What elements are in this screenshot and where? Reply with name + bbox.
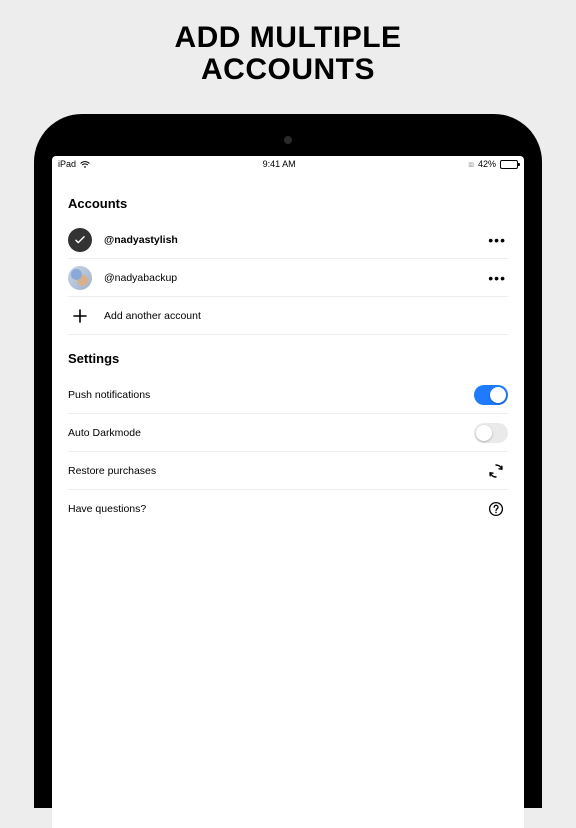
question-icon xyxy=(484,497,508,521)
device-camera xyxy=(284,136,292,144)
headline-line-1: ADD MULTIPLE xyxy=(0,22,576,54)
device-frame: iPad 9:41 AM ⧈ 42% Accounts @nadyastylis… xyxy=(34,114,542,808)
help-label: Have questions? xyxy=(68,503,146,515)
battery-icon xyxy=(500,160,518,169)
help-row[interactable]: Have questions? xyxy=(68,490,508,528)
account-row[interactable]: @nadyastylish ••• xyxy=(68,221,508,259)
account-handle: @nadyastylish xyxy=(104,234,178,246)
refresh-icon xyxy=(484,459,508,483)
add-account-row[interactable]: Add another account xyxy=(68,297,508,335)
accounts-section-title: Accounts xyxy=(68,196,508,211)
app-screen: iPad 9:41 AM ⧈ 42% Accounts @nadyastylis… xyxy=(52,156,524,828)
auto-darkmode-row: Auto Darkmode xyxy=(68,414,508,452)
plus-icon xyxy=(68,304,92,328)
status-device-label: iPad xyxy=(58,159,76,169)
bluetooth-icon: ⧈ xyxy=(468,159,474,170)
avatar-icon xyxy=(68,266,92,290)
push-notifications-row: Push notifications xyxy=(68,376,508,414)
marketing-headline: ADD MULTIPLE ACCOUNTS xyxy=(0,0,576,103)
status-bar: iPad 9:41 AM ⧈ 42% xyxy=(52,156,524,172)
status-battery-percent: 42% xyxy=(478,159,496,169)
headline-line-2: ACCOUNTS xyxy=(0,54,576,86)
avatar-selected-icon xyxy=(68,228,92,252)
wifi-icon xyxy=(80,160,90,168)
account-handle: @nadyabackup xyxy=(104,272,177,284)
settings-section-title: Settings xyxy=(68,351,508,366)
status-time: 9:41 AM xyxy=(263,159,296,169)
account-row[interactable]: @nadyabackup ••• xyxy=(68,259,508,297)
add-account-label: Add another account xyxy=(104,310,201,322)
restore-purchases-row[interactable]: Restore purchases xyxy=(68,452,508,490)
auto-darkmode-label: Auto Darkmode xyxy=(68,427,141,439)
more-icon[interactable]: ••• xyxy=(488,271,508,285)
push-notifications-label: Push notifications xyxy=(68,389,150,401)
restore-purchases-label: Restore purchases xyxy=(68,465,156,477)
push-notifications-toggle[interactable] xyxy=(474,385,508,405)
more-icon[interactable]: ••• xyxy=(488,233,508,247)
auto-darkmode-toggle[interactable] xyxy=(474,423,508,443)
